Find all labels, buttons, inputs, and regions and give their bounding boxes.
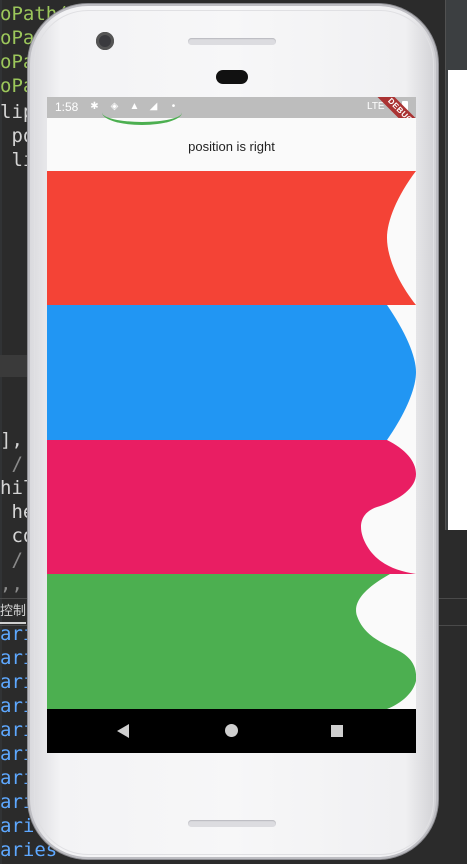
ide-side-panel-content <box>448 70 467 530</box>
pink-band <box>47 440 416 574</box>
line-highlight <box>0 355 30 377</box>
code-line: ], <box>0 429 23 451</box>
navigation-bar <box>47 709 416 753</box>
recents-icon[interactable] <box>331 725 343 737</box>
red-band <box>47 171 416 305</box>
network-type: LTE <box>367 101 385 112</box>
front-camera-icon <box>96 32 114 50</box>
phone-screen: 1:58 ✱ ◈ ▲ ◢ • LTE DEBUG position is rig… <box>47 97 416 753</box>
status-time: 1:58 <box>55 100 79 114</box>
page-title: position is right <box>188 139 275 154</box>
earpiece-speaker <box>188 38 276 45</box>
clip-bands <box>47 171 416 709</box>
console-tab-underline <box>0 622 26 624</box>
code-line: / <box>0 453 23 475</box>
code-line: ,, <box>0 573 23 595</box>
home-icon[interactable] <box>225 724 238 737</box>
clipped-arc-shape <box>102 100 182 125</box>
code-line: / <box>0 549 23 571</box>
proximity-sensor <box>216 70 248 84</box>
bottom-speaker <box>188 820 276 827</box>
settings-icon: ✱ <box>90 101 99 112</box>
blue-band <box>47 305 416 440</box>
back-icon[interactable] <box>117 724 129 738</box>
app-header: position is right <box>47 118 416 171</box>
green-band <box>47 574 416 709</box>
